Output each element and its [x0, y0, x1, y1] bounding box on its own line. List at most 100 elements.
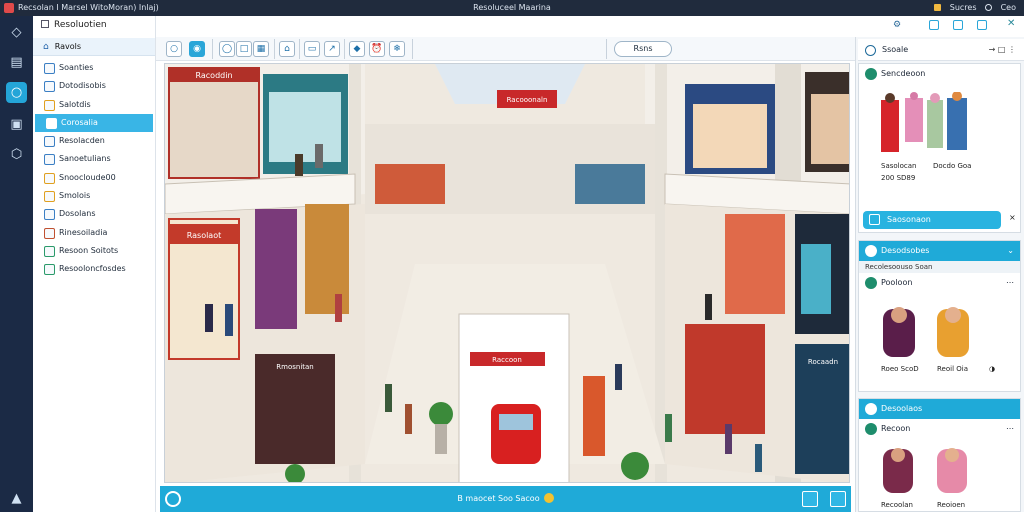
- title-bar-item-2[interactable]: Ceo: [1001, 3, 1016, 12]
- figure-face: [891, 307, 907, 323]
- hexagon-icon[interactable]: ⬡: [6, 144, 27, 165]
- shopper: [725, 424, 732, 454]
- status-bar: B maocet Soo Sacoo: [160, 486, 851, 512]
- sidebar-item[interactable]: Resoon Soitots: [33, 242, 155, 260]
- sidebar-item-label: Soanties: [59, 63, 94, 72]
- status-expand-icon[interactable]: [830, 491, 846, 507]
- item-icon: [44, 245, 55, 257]
- snowflake-icon[interactable]: ❄: [389, 41, 405, 57]
- sidebar-item[interactable]: Rinesoiladia: [33, 224, 155, 242]
- app-window: Recsolan I Marsel WitoMoran) Inlaj) Reso…: [0, 0, 1024, 512]
- card-header[interactable]: Desoolaos: [859, 399, 1020, 419]
- panel-controls[interactable]: → □ ⋮: [989, 39, 1016, 61]
- share-icon[interactable]: ⌂: [279, 41, 295, 57]
- user-icon[interactable]: [985, 4, 993, 11]
- sidebar-item[interactable]: Sanoetulians: [33, 150, 155, 168]
- sidebar-item[interactable]: Resolacden: [33, 132, 155, 150]
- network-icon[interactable]: ▲: [6, 488, 27, 509]
- calendar-icon[interactable]: ▣: [6, 114, 27, 135]
- shopper: [405, 404, 412, 434]
- figure-green: [927, 100, 943, 148]
- shopper: [755, 444, 762, 472]
- sidebar-item-active[interactable]: Corosalia: [35, 113, 153, 133]
- card-header[interactable]: Sencdeoon: [859, 64, 1020, 84]
- tag-icon[interactable]: ◆: [349, 41, 365, 57]
- shopper: [225, 304, 233, 336]
- book-icon[interactable]: ▤: [6, 52, 27, 73]
- figure-head: [885, 93, 895, 103]
- bookmark-icon[interactable]: [929, 20, 939, 30]
- store-left-top: [168, 67, 260, 179]
- sidebar-item-label: Snoocloude00: [59, 172, 116, 182]
- view-icon[interactable]: ◉: [189, 41, 205, 57]
- puzzle-icon[interactable]: ⚙: [893, 20, 901, 30]
- diamond-icon[interactable]: ◇: [6, 22, 27, 43]
- figure-caption-2: Reoil Oia: [937, 365, 968, 373]
- row-icon: [865, 277, 877, 289]
- more-icon[interactable]: ⋯: [1006, 419, 1014, 439]
- mid-store-right: [575, 164, 645, 204]
- plant-right: [621, 452, 649, 480]
- card-header[interactable]: Desodsobes ⌄: [859, 241, 1020, 261]
- tab-selector[interactable]: Rsns: [614, 41, 672, 57]
- sidebar-header: Resoluotien: [33, 16, 155, 34]
- card-action-button[interactable]: Saosonaon: [863, 211, 1001, 229]
- sidebar-home[interactable]: ⌂ Ravols: [33, 38, 155, 56]
- store-sign-text-1: Racoddin: [195, 71, 232, 80]
- card-title: Sencdeoon: [881, 69, 926, 78]
- toolbar-divider: [274, 39, 275, 59]
- grid-icon[interactable]: [953, 20, 963, 30]
- title-bar-right: Sucres Ceo: [928, 0, 1016, 16]
- record-icon[interactable]: ◯: [219, 41, 235, 57]
- monitor-icon[interactable]: ▭: [304, 41, 320, 57]
- shopper: [335, 294, 342, 322]
- sidebar-item[interactable]: Salotdis: [33, 96, 155, 114]
- tools-icon[interactable]: ✕: [1007, 18, 1015, 29]
- sidebar-item-label: Smolois: [59, 191, 91, 201]
- sidebar-item[interactable]: Soanties: [33, 59, 155, 77]
- top-right-actions: ⚙ ✕: [893, 18, 1023, 34]
- title-bar-item-1[interactable]: Sucres: [950, 3, 977, 12]
- item-icon: [44, 63, 55, 74]
- figure-head: [910, 92, 918, 100]
- chat-bubble-icon[interactable]: ○: [6, 82, 27, 103]
- card-date: 200 SD89: [881, 174, 916, 182]
- close-icon[interactable]: ×: [1009, 213, 1016, 222]
- sidebar-title: Resoluotien: [54, 20, 107, 30]
- window-icon[interactable]: [977, 20, 987, 30]
- card-subtitle: Recolesoouso Soan: [859, 261, 1020, 273]
- figure-caption-1: Roeo ScoD: [881, 365, 919, 373]
- figure-caption-1: Sasolocan: [881, 162, 917, 170]
- row-title: Pooloon: [881, 278, 913, 287]
- window-title: Resoluceel Maarina: [473, 3, 551, 12]
- sidebar-item[interactable]: Smolois: [33, 187, 155, 205]
- card-action-label: Saosonaon: [887, 215, 931, 224]
- right-panel-search[interactable]: Ssoale → □ ⋮: [858, 39, 1024, 61]
- search-icon: [865, 45, 876, 56]
- layers-icon[interactable]: □: [236, 41, 252, 57]
- notification-icon[interactable]: [934, 4, 942, 11]
- shopper: [385, 384, 392, 412]
- profile-card-2: Desodsobes ⌄ Recolesoouso Soan Pooloon ⋯ R…: [858, 240, 1021, 392]
- more-icon[interactable]: ⋯: [1006, 273, 1014, 293]
- cursor-icon[interactable]: ↗: [324, 41, 340, 57]
- red-car: [491, 404, 541, 464]
- sidebar-item[interactable]: Resooloncfosdes: [33, 260, 155, 278]
- sidebar-item-label: Salotdis: [59, 99, 91, 109]
- figure-face: [945, 307, 961, 323]
- sidebar-item[interactable]: Snoocloude00: [33, 169, 155, 187]
- sidebar-item[interactable]: Dotodisobis: [33, 77, 155, 95]
- comment-icon[interactable]: ○: [166, 41, 182, 57]
- sidebar-item[interactable]: Dosolans: [33, 205, 155, 223]
- frame-icon[interactable]: ▦: [253, 41, 269, 57]
- toggle-icon[interactable]: ◑: [989, 365, 995, 373]
- car-windshield: [499, 414, 533, 430]
- alarm-icon[interactable]: ⏰: [369, 41, 385, 57]
- figure-face: [891, 448, 905, 462]
- store-sign-text-3: Rocaadn: [808, 358, 838, 366]
- status-share-icon[interactable]: [802, 491, 818, 507]
- toolbar-divider: [344, 39, 345, 59]
- mall-canvas[interactable]: Racoddin Racooonaln Rasolaot Rocaadn Rmo…: [164, 63, 850, 483]
- card-row-header: Recoon ⋯: [859, 419, 1020, 439]
- chevron-down-icon[interactable]: ⌄: [1007, 241, 1014, 261]
